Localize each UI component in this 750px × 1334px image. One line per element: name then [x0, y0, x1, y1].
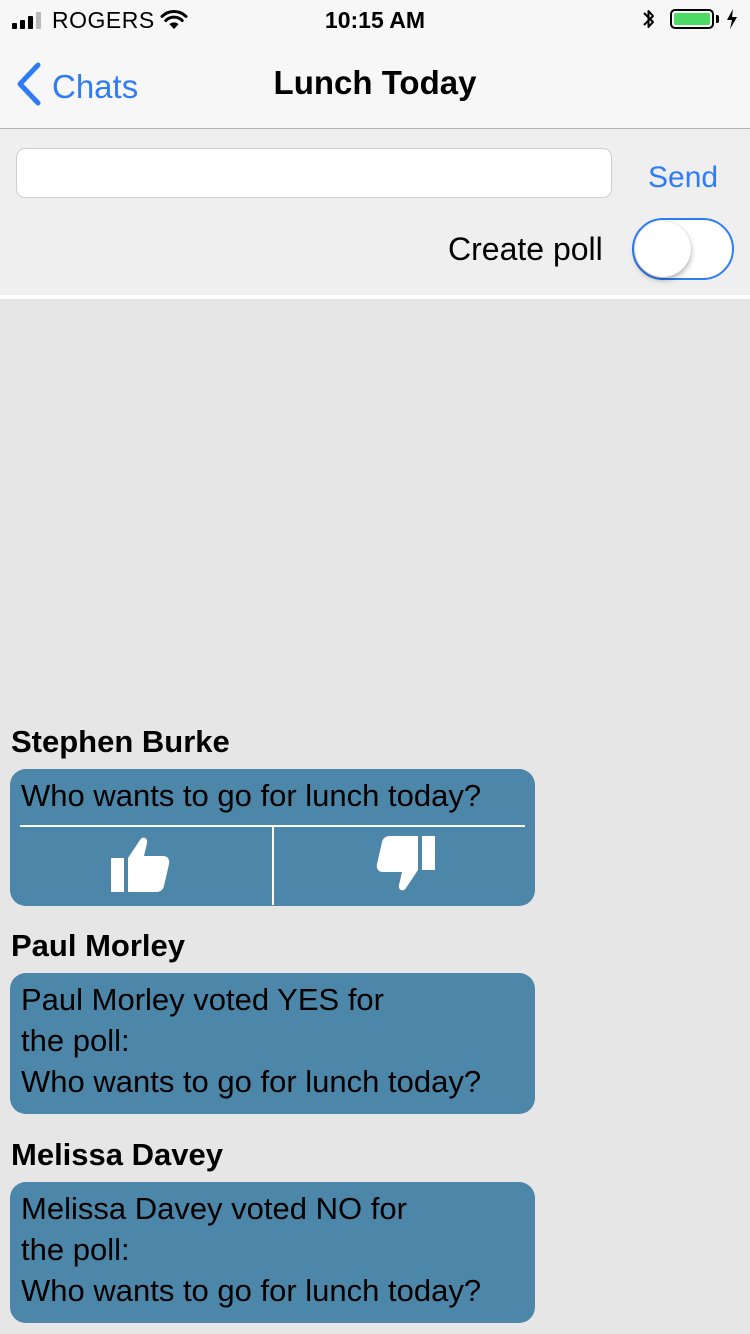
message-bubble: Paul Morley voted YES for the poll: Who … [10, 973, 535, 1114]
bluetooth-icon [641, 7, 657, 36]
battery-cap [716, 15, 719, 23]
message-sender: Stephen Burke [11, 724, 230, 759]
charging-icon [726, 8, 738, 35]
divider [0, 295, 750, 299]
poll-question: Who wants to go for lunch today? [21, 778, 482, 813]
page-title: Lunch Today [273, 64, 477, 101]
status-time: 10:15 AM [324, 7, 426, 33]
message-text: Paul Morley voted YES for the poll: Who … [21, 982, 482, 1099]
create-poll-toggle[interactable] [632, 218, 734, 280]
vote-no-button[interactable] [274, 827, 536, 905]
message-bubble: Melissa Davey voted NO for the poll: Who… [10, 1182, 535, 1323]
message-text: Melissa Davey voted NO for the poll: Who… [21, 1191, 482, 1308]
compose-area: Send Create poll [0, 129, 750, 295]
thumbs-up-icon [109, 834, 173, 899]
message-sender: Paul Morley [11, 928, 185, 963]
create-poll-label: Create poll [448, 231, 603, 267]
status-bar: ROGERS 10:15 AM [0, 0, 750, 40]
nav-bar: Chats Lunch Today [0, 40, 750, 129]
message-sender: Melissa Davey [11, 1137, 223, 1172]
message-input[interactable] [16, 148, 612, 198]
poll-bubble: Who wants to go for lunch today? [10, 769, 535, 906]
toggle-knob [635, 221, 691, 277]
battery-icon [670, 9, 714, 29]
send-button[interactable]: Send [648, 161, 718, 195]
thumbs-down-icon [373, 834, 437, 899]
vote-yes-button[interactable] [10, 827, 272, 905]
